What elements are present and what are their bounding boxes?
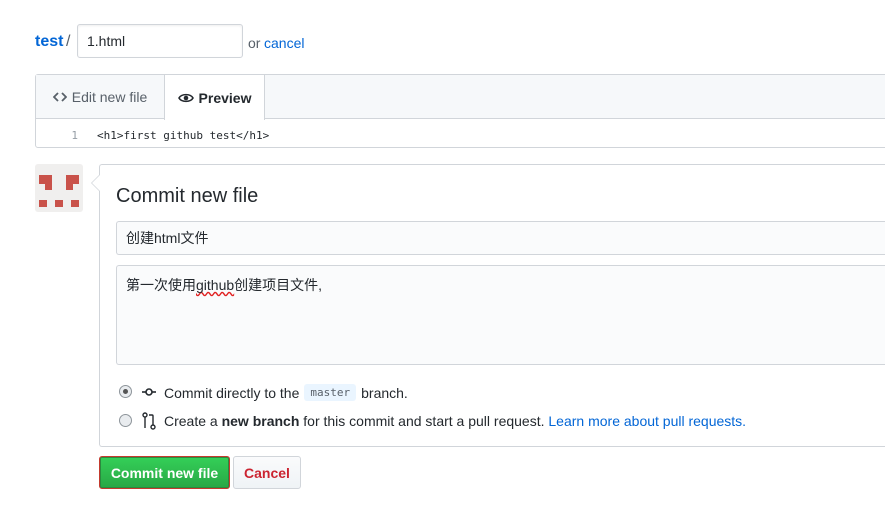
radio-commit-directly[interactable]	[119, 385, 132, 398]
commit-summary-value: 创建html文件	[126, 230, 209, 246]
commit-new-file-button[interactable]: Commit new file	[99, 456, 230, 489]
commit-heading: Commit new file	[116, 185, 259, 207]
eye-icon	[177, 93, 194, 102]
repo-link[interactable]: test	[35, 33, 63, 51]
branch-name-badge: master	[304, 384, 357, 401]
git-pull-request-icon	[142, 412, 156, 430]
description-text-misspelled: github	[196, 277, 235, 293]
code-icon	[52, 92, 67, 102]
new-branch-middle: for this commit and start a pull request…	[303, 413, 545, 429]
tab-edit-label: Edit new file	[71, 89, 148, 105]
radio-new-branch[interactable]	[119, 414, 132, 427]
tab-edit-new-file[interactable]: Edit new file	[36, 75, 164, 119]
new-branch-label: Create a new branch for this commit and …	[164, 413, 746, 429]
commit-directly-prefix: Commit directly to the	[164, 384, 300, 401]
cancel-button[interactable]: Cancel	[233, 456, 301, 489]
description-text-suffix: 创建项目文件,	[234, 277, 323, 293]
new-branch-prefix: Create a	[164, 413, 218, 429]
panel-pointer-fill	[92, 175, 100, 191]
new-branch-bold: new branch	[221, 413, 300, 429]
tab-preview-label: Preview	[198, 89, 252, 106]
breadcrumb-separator: /	[66, 33, 71, 50]
tab-preview[interactable]: Preview	[164, 75, 265, 120]
commit-description-textarea[interactable]: 第一次使用github创建项目文件,	[116, 265, 885, 365]
description-text-prefix: 第一次使用	[126, 277, 196, 293]
code-line: <h1>first github test</h1>	[97, 129, 270, 142]
commit-summary-input[interactable]: 创建html文件	[116, 221, 885, 255]
identicon-icon	[39, 175, 79, 207]
line-number: 1	[71, 129, 78, 142]
or-text: or	[248, 35, 261, 51]
commit-directly-suffix: branch.	[361, 384, 408, 401]
filename-input[interactable]	[77, 24, 243, 58]
cancel-link[interactable]: cancel	[264, 35, 304, 51]
git-commit-icon	[142, 388, 156, 396]
avatar	[35, 164, 83, 212]
commit-directly-label: Commit directly to the master branch.	[164, 384, 408, 401]
learn-more-pull-requests-link[interactable]: Learn more about pull requests.	[548, 413, 746, 429]
